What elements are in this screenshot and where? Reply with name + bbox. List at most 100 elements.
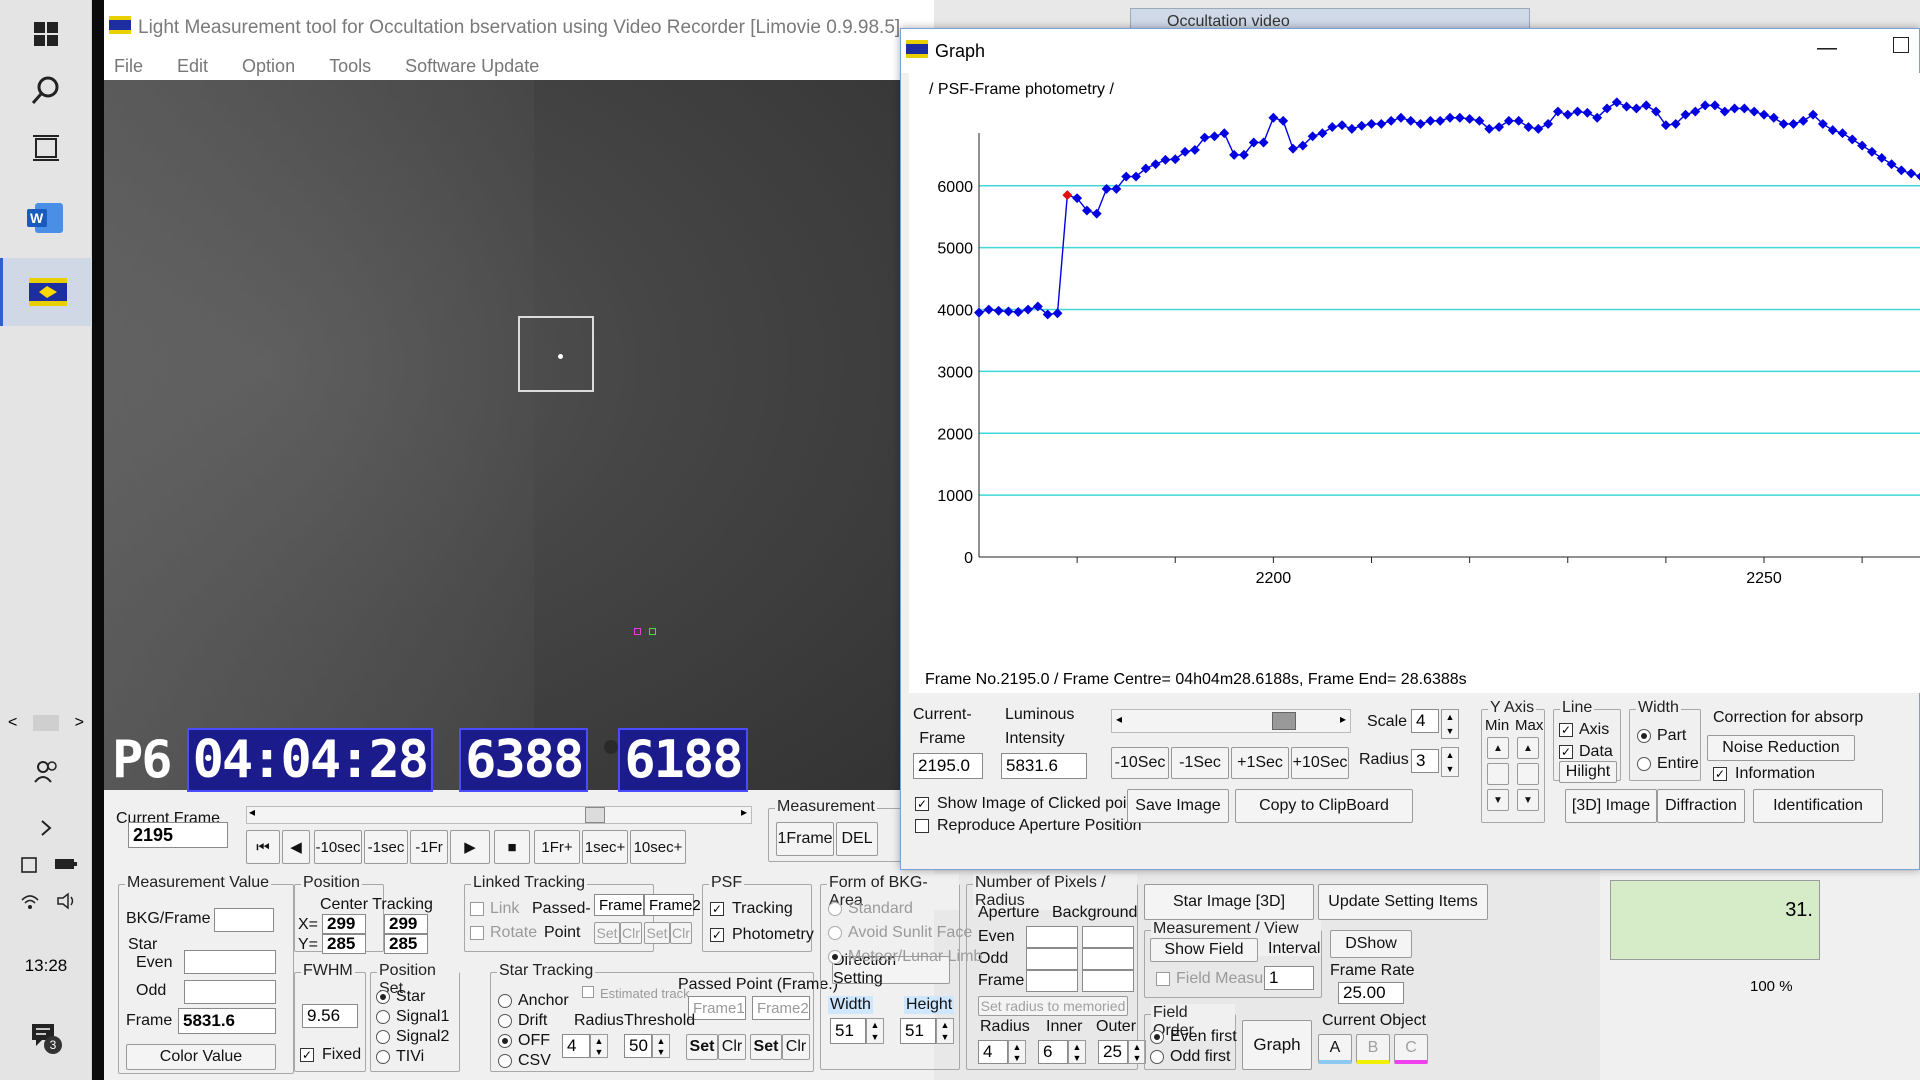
linked-frame1[interactable]: Frame1 (594, 894, 651, 916)
diffraction-button[interactable]: Diffraction (1657, 789, 1745, 823)
track-clr1-button[interactable]: Clr (718, 1034, 746, 1060)
slider-left-icon[interactable]: ◂ (1116, 712, 1122, 726)
star-odd-input[interactable] (184, 980, 276, 1004)
bkg-width-spinner[interactable]: ▲ ▼ (866, 1018, 884, 1044)
data-point[interactable] (1346, 123, 1357, 134)
data-point[interactable] (1582, 107, 1593, 118)
video-frame[interactable]: P6 04:04:28 6388 6188 (104, 80, 900, 792)
playback-p1fr-button[interactable]: 1Fr+ (534, 830, 580, 864)
data-point[interactable] (1798, 115, 1809, 126)
data-point[interactable] (1405, 115, 1416, 126)
bkg-height-input[interactable]: 51 (900, 1018, 936, 1044)
bkg-meteor-lunar-radio[interactable] (828, 950, 842, 964)
data-point[interactable] (1023, 304, 1034, 315)
playback-m10-button[interactable]: -10sec (314, 830, 362, 864)
menu-software-update[interactable]: Software Update (405, 56, 539, 82)
estimated-track-checkbox[interactable] (582, 986, 594, 998)
data-point[interactable] (983, 304, 994, 315)
star-image-3d-button[interactable]: Star Image [3D] (1144, 884, 1314, 920)
position-set-signal2-radio[interactable] (376, 1030, 390, 1044)
data-point[interactable] (1454, 112, 1465, 123)
slider-thumb[interactable] (1272, 712, 1296, 730)
color-value-button[interactable]: Color Value (126, 1044, 276, 1070)
volume-icon[interactable] (56, 892, 78, 915)
data-point[interactable] (1641, 100, 1652, 111)
measure-1frame-button[interactable]: 1Frame (776, 822, 834, 856)
star-tracking-off-radio[interactable] (498, 1034, 512, 1048)
data-point[interactable] (1356, 120, 1367, 131)
aperture-box[interactable] (518, 316, 594, 392)
data-point[interactable] (1749, 106, 1760, 117)
menu-edit[interactable]: Edit (177, 56, 208, 82)
graph-nav-1sec-button[interactable]: -1Sec (1171, 747, 1229, 779)
playback-m1fr-button[interactable]: -1Fr (410, 830, 448, 864)
graph-button[interactable]: Graph (1242, 1020, 1312, 1070)
data-point[interactable] (1209, 131, 1220, 142)
scale-spinner[interactable]: ▲ ▼ (1441, 709, 1459, 739)
entire-radio[interactable] (1637, 757, 1651, 771)
data-point[interactable] (1690, 106, 1701, 117)
link-checkbox[interactable] (470, 902, 484, 916)
slider-right-icon[interactable]: ▸ (741, 805, 747, 819)
linked-clr2-button[interactable]: Clr (670, 922, 692, 944)
graph-nav-10sec-button[interactable]: +10Sec (1291, 747, 1349, 779)
chevron-right-icon[interactable] (12, 808, 80, 848)
noise-reduction-button[interactable]: Noise Reduction (1707, 735, 1855, 761)
data-point[interactable] (1445, 112, 1455, 123)
frame-slider[interactable]: ◂ ▸ (246, 805, 752, 824)
data-point[interactable] (1709, 100, 1720, 111)
data-point[interactable] (1464, 114, 1475, 124)
word-app-icon[interactable]: W (12, 190, 80, 246)
even-first-radio[interactable] (1150, 1030, 1164, 1044)
position-set-signal1-radio[interactable] (376, 1010, 390, 1024)
track-threshold-spinner[interactable]: ▲ ▼ (652, 1034, 670, 1058)
px-inner-spinner[interactable]: ▲ ▼ (1068, 1040, 1086, 1064)
dshow-button[interactable]: DShow (1330, 930, 1412, 958)
data-point[interactable] (1611, 97, 1622, 108)
data-point[interactable] (1258, 137, 1269, 148)
data-point[interactable] (1651, 106, 1662, 117)
px-outer-input[interactable]: 25 (1098, 1040, 1128, 1064)
data-point[interactable] (1631, 103, 1642, 114)
playback-m1-button[interactable]: -1sec (364, 830, 408, 864)
data-point[interactable] (1876, 153, 1887, 163)
playback-p1-button[interactable]: 1sec+ (582, 830, 628, 864)
track-set2-button[interactable]: Set (750, 1034, 782, 1060)
graph-nav-1sec-button[interactable]: +1Sec (1231, 747, 1289, 779)
y-max-field[interactable] (1517, 763, 1539, 785)
data-point[interactable] (1827, 125, 1838, 136)
px-frame-aperture[interactable] (1026, 970, 1078, 992)
data-point[interactable] (1866, 146, 1877, 157)
wifi-icon[interactable] (20, 892, 40, 915)
highlighted-data-point[interactable] (1062, 190, 1073, 201)
playback-p10-button[interactable]: 10sec+ (630, 830, 686, 864)
show-field-button[interactable]: Show Field (1150, 938, 1258, 962)
data-point[interactable] (1906, 168, 1917, 179)
data-point[interactable] (1896, 165, 1907, 176)
graph-luminous-input[interactable]: 5831.6 (1001, 753, 1087, 779)
data-point[interactable] (1366, 118, 1377, 129)
track-clr2-button[interactable]: Clr (782, 1034, 810, 1060)
graph-radius-input[interactable]: 3 (1411, 749, 1439, 773)
data-point[interactable] (1660, 120, 1671, 131)
bkg-width-input[interactable]: 51 (830, 1018, 866, 1044)
data-point[interactable] (1572, 106, 1583, 117)
data-point[interactable] (1337, 120, 1348, 131)
show-image-checkbox[interactable]: ✓ (915, 797, 929, 811)
data-point[interactable] (1700, 100, 1711, 111)
data-point[interactable] (1160, 154, 1171, 165)
battery-icon[interactable] (54, 856, 78, 879)
fwhm-fixed-checkbox[interactable]: ✓ (300, 1048, 314, 1062)
graph-slider[interactable]: ◂ ▸ (1111, 709, 1351, 733)
star-tracking-drift-radio[interactable] (498, 1014, 512, 1028)
object-c-button[interactable]: C (1394, 1034, 1428, 1064)
graph-current-frame-input[interactable]: 2195.0 (913, 753, 983, 779)
data-point[interactable] (1916, 171, 1920, 182)
track-frame2[interactable]: Frame2 (752, 996, 810, 1020)
update-setting-button[interactable]: Update Setting Items (1318, 884, 1488, 920)
track-threshold-input[interactable]: 50 (624, 1034, 652, 1058)
star-tracking-anchor-radio[interactable] (498, 994, 512, 1008)
data-point[interactable] (1288, 143, 1298, 154)
bkg-height-spinner[interactable]: ▲ ▼ (936, 1018, 954, 1044)
measure-del-button[interactable]: DEL (836, 822, 878, 856)
